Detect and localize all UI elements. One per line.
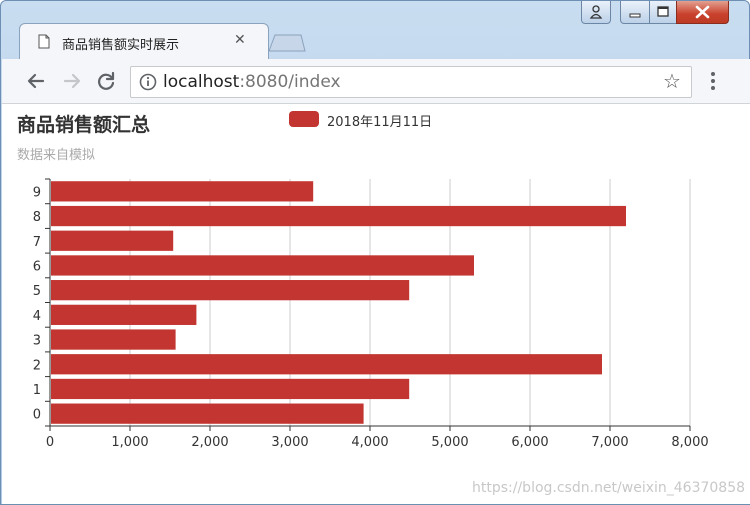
bar: [51, 280, 410, 301]
y-tick-label: 4: [33, 309, 41, 324]
y-tick-label: 1: [33, 383, 41, 398]
bar: [51, 403, 364, 424]
bar: [51, 354, 602, 375]
url-text[interactable]: localhost:8080/index: [163, 72, 341, 92]
bar: [51, 230, 174, 251]
y-tick-label: 6: [33, 259, 41, 274]
y-tick-label: 8: [33, 210, 41, 225]
minimize-icon: [629, 13, 641, 18]
x-tick-label: 5,000: [431, 435, 468, 450]
watermark: https://blog.csdn.net/weixin_46370858: [472, 480, 746, 496]
y-tick-label: 7: [33, 235, 41, 250]
bar: [51, 304, 197, 325]
reload-icon[interactable]: [94, 69, 118, 93]
y-tick-label: 5: [33, 284, 41, 299]
browser-window: 商品销售额实时展示 ✕ localhost:8080/index ☆ 0 1,0…: [0, 0, 750, 505]
bar: [51, 205, 626, 227]
bar: [51, 255, 474, 276]
page-content: 0 1,000 2,000 3,000 4,000 5,000 6,000 7,000 8,00…: [2, 104, 750, 504]
legend-label: 2018年11月11日: [327, 115, 433, 130]
close-window-button[interactable]: [676, 1, 729, 24]
address-bar[interactable]: localhost:8080/index ☆: [130, 66, 692, 98]
x-tick-label: 8,000: [671, 435, 708, 450]
y-tick-label: 2: [33, 358, 41, 373]
bar: [51, 181, 314, 202]
y-tick-label: 9: [33, 185, 41, 200]
maximize-button[interactable]: [649, 1, 677, 24]
chart-title: 商品销售额汇总: [17, 114, 151, 136]
menu-icon[interactable]: [710, 71, 716, 91]
x-tick-label: 4,000: [351, 435, 388, 450]
x-tick-label: 7,000: [591, 435, 628, 450]
back-icon[interactable]: [24, 69, 48, 93]
y-tick-label: 3: [33, 334, 41, 349]
tab-title: 商品销售额实时展示: [62, 38, 180, 53]
chart-subtitle: 数据来自模拟: [17, 148, 96, 163]
info-icon[interactable]: [139, 73, 157, 91]
maximize-icon: [657, 6, 669, 17]
x-tick-label: 3,000: [271, 435, 308, 450]
legend-swatch: [289, 111, 319, 127]
user-icon: [589, 5, 603, 19]
bar: [51, 378, 410, 400]
title-bar: 商品销售额实时展示 ✕: [1, 1, 750, 60]
close-tab-icon[interactable]: ✕: [234, 32, 246, 48]
browser-tab[interactable]: 商品销售额实时展示 ✕: [19, 23, 269, 60]
y-tick-label: 0: [33, 408, 41, 423]
x-tick-label: 1,000: [111, 435, 148, 450]
bar-chart: 0 1,000 2,000 3,000 4,000 5,000 6,000 7,000 8,00…: [33, 178, 709, 450]
close-icon: [695, 5, 710, 19]
forward-icon[interactable]: [60, 69, 84, 93]
bar: [51, 329, 176, 350]
x-tick-label: 2,000: [191, 435, 228, 450]
browser-toolbar: localhost:8080/index ☆: [2, 59, 750, 104]
page-icon: [38, 34, 50, 49]
x-tick-label: 0: [46, 435, 54, 450]
minimize-button[interactable]: [620, 1, 650, 24]
user-button[interactable]: [581, 1, 611, 24]
x-tick-label: 6,000: [511, 435, 548, 450]
new-tab-button[interactable]: [267, 34, 307, 52]
bookmark-star-icon[interactable]: ☆: [663, 69, 681, 93]
